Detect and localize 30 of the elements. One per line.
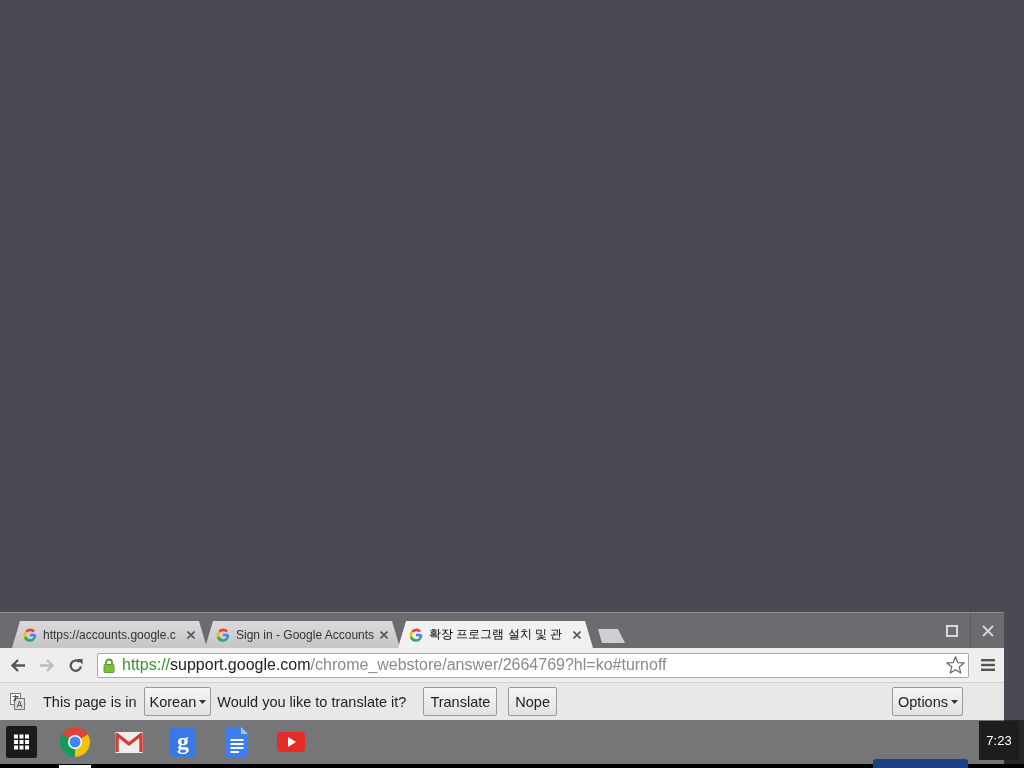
maximize-icon [946,624,958,637]
browser-tab[interactable]: Sign in - Google Accounts [205,621,400,648]
caret-icon [951,699,958,704]
dismiss-button[interactable]: Nope [508,687,557,716]
infobar-question: Would you like to translate it? [217,693,407,710]
close-icon[interactable] [380,630,388,639]
language-dropdown[interactable]: Korean [143,687,212,716]
google-favicon-icon [216,627,230,642]
left-arrow-icon [9,657,26,673]
address-bar[interactable]: https://support.google.com/chrome_webstore/answer/2664769?hl=ko#turnoff [97,652,969,678]
close-icon[interactable] [187,630,195,639]
reload-icon [67,657,84,673]
caret-icon [199,699,207,704]
browser-app-icon[interactable] [59,726,91,758]
close-icon [981,624,994,637]
browser-tab[interactable]: https://accounts.google.c [12,621,207,648]
google-favicon-icon [23,627,37,642]
menu-icon [981,659,995,671]
right-arrow-icon [38,657,55,673]
close-icon[interactable] [573,630,581,639]
browser-tab[interactable]: 확장 프로그램 설치 및 관 [398,621,593,648]
app-launcher-icon[interactable] [5,726,37,758]
google-favicon-icon [409,627,423,642]
translate-icon [10,693,25,710]
infobar-message: This page is in [43,693,137,710]
bookmark-star-icon[interactable] [946,656,965,674]
translate-button[interactable]: Translate [423,687,498,716]
options-dropdown[interactable]: Options [892,687,963,716]
g-app-icon[interactable]: g [167,726,199,758]
status-clock[interactable]: 7:23 [979,721,1019,760]
